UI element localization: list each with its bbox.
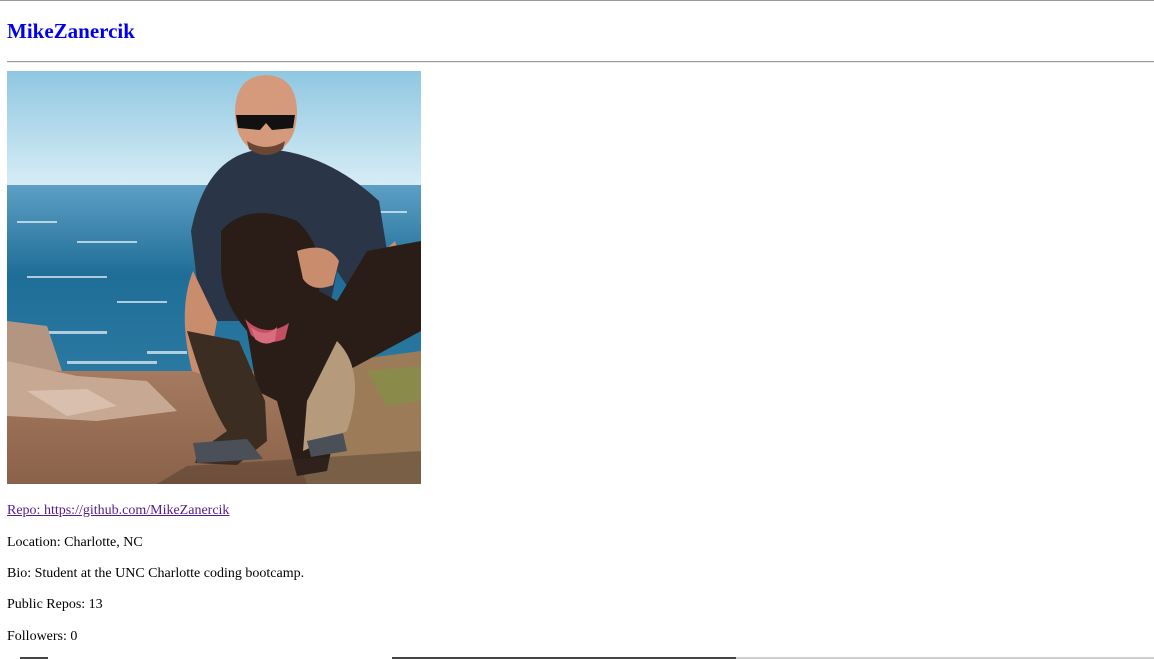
repo-line: Repo: https://github.com/MikeZanercik bbox=[7, 502, 229, 520]
profile-card: MikeZanercik Repo: https://github.com/Mi… bbox=[7, 0, 1154, 659]
bio-label: Bio: bbox=[7, 566, 35, 581]
followers-line: Followers: 0 bbox=[7, 628, 77, 646]
bio-line: Bio: Student at the UNC Charlotte coding… bbox=[7, 565, 304, 583]
followers-value: 0 bbox=[70, 629, 78, 644]
location-label: Location: bbox=[7, 535, 65, 550]
avatar bbox=[7, 71, 421, 484]
profile-username-link[interactable]: MikeZanercik bbox=[7, 18, 135, 44]
repo-url: https://github.com/MikeZanercik bbox=[43, 503, 230, 518]
location-line: Location: Charlotte, NC bbox=[7, 534, 143, 552]
header-divider bbox=[7, 61, 1154, 63]
public-repos-value: 13 bbox=[88, 597, 103, 612]
bio-value: Student at the UNC Charlotte coding boot… bbox=[34, 566, 305, 581]
public-repos-label: Public Repos: bbox=[7, 597, 89, 612]
location-value: Charlotte, NC bbox=[64, 535, 143, 550]
avatar-photo bbox=[7, 71, 421, 484]
public-repos-line: Public Repos: 13 bbox=[7, 596, 103, 614]
repo-label: Repo: bbox=[7, 503, 44, 518]
followers-label: Followers: bbox=[7, 629, 71, 644]
repo-link[interactable]: Repo: https://github.com/MikeZanercik bbox=[7, 503, 229, 518]
